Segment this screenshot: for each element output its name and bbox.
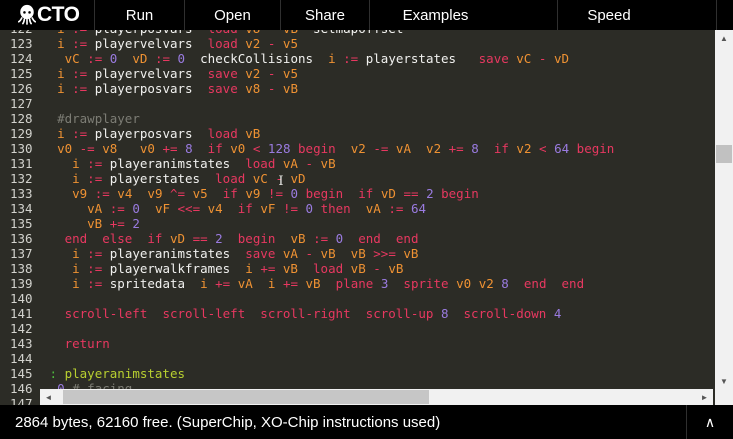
code-line[interactable]: 132 i := playerstates load vC - vD [0, 171, 614, 186]
scroll-up-arrow-icon[interactable]: ▲ [715, 31, 733, 46]
caret-up-icon: ∧ [704, 413, 716, 430]
code-line[interactable]: 144 [0, 351, 614, 366]
code-line[interactable]: 131 i := playeranimstates load vA - vB [0, 156, 614, 171]
vertical-scrollbar-thumb[interactable] [716, 145, 732, 163]
top-navbar: CTO Run Open Share Examples Speed [0, 0, 733, 30]
code-text: vC := 0 vD := 0 checkCollisions i := pla… [64, 51, 569, 66]
code-text: i := playeranimstates save vA - vB vB >>… [72, 246, 419, 261]
code-line[interactable]: 128 #drawplayer [0, 111, 614, 126]
vertical-scrollbar[interactable]: ▲ ▼ [715, 30, 733, 390]
code-line[interactable]: 135 vB += 2 [0, 216, 614, 231]
line-number: 132 [10, 171, 33, 186]
octopus-icon [18, 3, 36, 27]
code-text: end else if vD == 2 begin vB := 0 end en… [64, 231, 419, 246]
code-text: return [64, 336, 110, 351]
code-line[interactable]: 133 v9 := v4 v9 ^= v5 if v9 != 0 begin i… [0, 186, 614, 201]
code-text: i := playerwalkframes i += vB load vB - … [72, 261, 404, 276]
line-number: 126 [10, 81, 33, 96]
open-button[interactable]: Open [184, 0, 280, 30]
code-line[interactable]: 140 [0, 291, 614, 306]
status-bar: 2864 bytes, 62160 free. (SuperChip, XO-C… [0, 405, 733, 439]
line-number: 127 [10, 96, 33, 111]
horizontal-scrollbar[interactable]: ◄ ► [40, 389, 713, 405]
code-line[interactable]: 127 [0, 96, 614, 111]
scroll-right-arrow-icon[interactable]: ► [697, 389, 712, 405]
line-number: 138 [10, 261, 33, 276]
line-number: 146 [10, 381, 33, 396]
examples-label: Examples [402, 6, 469, 24]
code-text: #drawplayer [57, 111, 140, 126]
text-cursor-icon: I [278, 174, 284, 189]
speed-button[interactable]: Speed [557, 0, 716, 30]
octo-logo: CTO [18, 2, 80, 28]
logo-text: CTO [37, 3, 80, 26]
code-line[interactable]: 129 i := playerposvars load vB [0, 126, 614, 141]
line-number: 133 [10, 186, 33, 201]
line-number: 141 [10, 306, 33, 321]
line-number: 134 [10, 201, 33, 216]
line-number: 144 [10, 351, 33, 366]
code-text: i := playeranimstates load vA - vB [72, 156, 336, 171]
line-number: 128 [10, 111, 33, 126]
line-number: 145 [10, 366, 33, 381]
code-text: scroll-left scroll-left scroll-right scr… [64, 306, 562, 321]
code-text: i := playervelvars load v2 - v5 [57, 36, 298, 51]
code-text: v0 -= v8 v0 += 8 if v0 < 128 begin v2 -=… [57, 141, 615, 156]
line-number: 130 [10, 141, 33, 156]
code-line[interactable]: 134 vA := 0 vF <<= v4 if vF != 0 then vA… [0, 201, 614, 216]
run-button[interactable]: Run [94, 0, 184, 30]
code-line[interactable]: 138 i := playerwalkframes i += vB load v… [0, 261, 614, 276]
code-line[interactable]: 136 end else if vD == 2 begin vB := 0 en… [0, 231, 614, 246]
line-number: 143 [10, 336, 33, 351]
speed-label: Speed [587, 6, 631, 24]
scroll-left-arrow-icon[interactable]: ◄ [41, 389, 56, 405]
share-button[interactable]: Share [280, 0, 369, 30]
run-label: Run [125, 6, 154, 24]
scroll-down-arrow-icon[interactable]: ▼ [715, 374, 733, 389]
code-text: i := playervelvars save v2 - v5 [57, 66, 298, 81]
code-lines: 122 i := playerposvars load v8 - vB setm… [0, 30, 614, 405]
code-line[interactable]: 139 i := spritedata i += vA i += vB plan… [0, 276, 614, 291]
code-text: vA := 0 vF <<= v4 if vF != 0 then vA := … [87, 201, 427, 216]
open-label: Open [214, 6, 251, 24]
code-text: v9 := v4 v9 ^= v5 if v9 != 0 begin if vD… [72, 186, 479, 201]
status-text: 2864 bytes, 62160 free. (SuperChip, XO-C… [15, 413, 441, 431]
code-line[interactable]: 145 : playeranimstates [0, 366, 614, 381]
code-line[interactable]: 125 i := playervelvars save v2 - v5 [0, 66, 614, 81]
line-number: 135 [10, 216, 33, 231]
line-number: 137 [10, 246, 33, 261]
line-number: 136 [10, 231, 33, 246]
code-line[interactable]: 130 v0 -= v8 v0 += 8 if v0 < 128 begin v… [0, 141, 614, 156]
horizontal-scrollbar-thumb[interactable] [63, 390, 429, 404]
panel-collapse-toggle[interactable]: ∧ [687, 405, 733, 439]
code-text: i := playerposvars save v8 - vB [57, 81, 298, 96]
code-line[interactable]: 143 return [0, 336, 614, 351]
code-editor[interactable]: 122 i := playerposvars load v8 - vB setm… [0, 30, 733, 405]
line-number: 139 [10, 276, 33, 291]
code-line[interactable]: 141 scroll-left scroll-left scroll-right… [0, 306, 614, 321]
line-number: 123 [10, 36, 33, 51]
examples-button[interactable]: Examples [369, 0, 557, 30]
code-text: i := spritedata i += vA i += vB plane 3 … [72, 276, 585, 291]
navbar-divider [716, 0, 717, 30]
code-line[interactable]: 126 i := playerposvars save v8 - vB [0, 81, 614, 96]
code-line[interactable]: 123 i := playervelvars load v2 - v5 [0, 36, 614, 51]
line-number: 129 [10, 126, 33, 141]
code-text: : playeranimstates [49, 366, 186, 381]
line-number: 131 [10, 156, 33, 171]
code-line[interactable]: 137 i := playeranimstates save vA - vB v… [0, 246, 614, 261]
code-line[interactable]: 124 vC := 0 vD := 0 checkCollisions i :=… [0, 51, 614, 66]
line-number: 140 [10, 291, 33, 306]
code-text: vB += 2 [87, 216, 140, 231]
code-text: i := playerstates load vC - vD [72, 171, 306, 186]
code-line[interactable]: 142 [0, 321, 614, 336]
line-number: 147 [10, 396, 33, 405]
line-number: 142 [10, 321, 33, 336]
line-number: 125 [10, 66, 33, 81]
share-label: Share [304, 6, 346, 24]
code-text: i := playerposvars load vB [57, 126, 261, 141]
scrollbar-corner [715, 390, 733, 405]
line-number: 124 [10, 51, 33, 66]
